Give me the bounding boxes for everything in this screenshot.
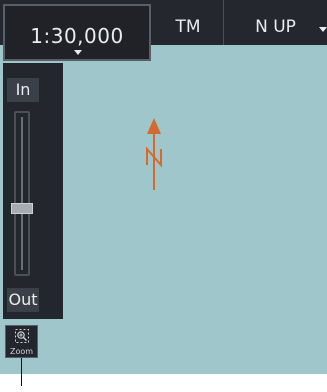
zoom-slider-track[interactable] — [14, 111, 30, 276]
zoom-tool-button[interactable]: Zoom — [5, 325, 38, 358]
chevron-down-icon — [319, 27, 327, 32]
chevron-down-icon — [74, 50, 82, 55]
zoom-in-label: In — [15, 80, 31, 99]
orientation-label: N UP — [255, 17, 296, 37]
magnifier-plus-icon — [15, 329, 29, 343]
north-arrow-icon — [146, 118, 162, 190]
scale-selector[interactable]: 1:30,000 — [3, 4, 151, 61]
zoom-out-button[interactable]: Out — [7, 288, 39, 312]
orientation-button[interactable]: N UP — [224, 0, 327, 45]
zoom-in-button[interactable]: In — [7, 78, 39, 102]
zoom-panel: In Out — [3, 63, 63, 319]
tm-mode-button[interactable]: TM — [153, 0, 224, 45]
zoom-out-label: Out — [8, 290, 38, 309]
zoom-slider-thumb[interactable] — [11, 203, 33, 214]
scale-value: 1:30,000 — [30, 24, 124, 48]
zoom-tool-label: Zoom — [9, 347, 34, 356]
tm-label: TM — [175, 17, 201, 37]
callout-pointer-line — [21, 358, 22, 386]
